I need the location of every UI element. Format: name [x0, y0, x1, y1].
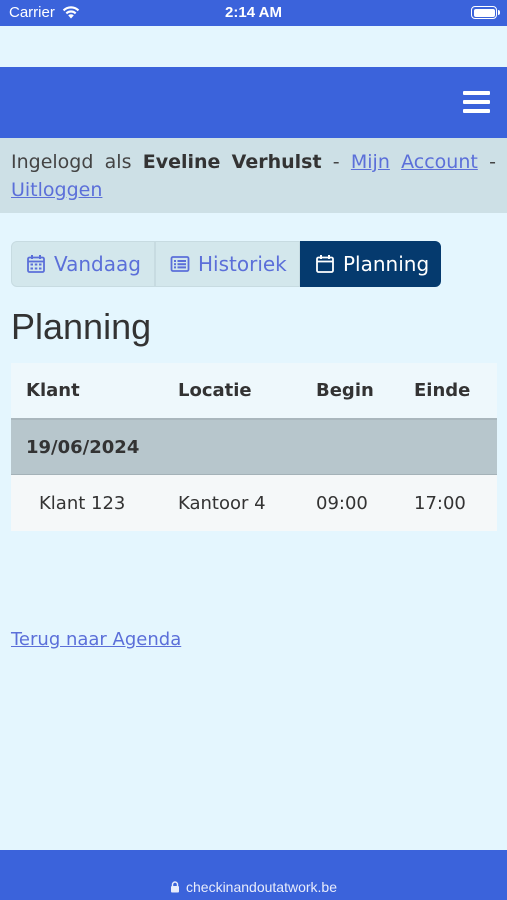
lock-icon: [171, 881, 179, 893]
tab-vandaag[interactable]: Vandaag: [11, 241, 155, 287]
column-header-begin: Begin: [316, 380, 374, 401]
table-header: Klant Locatie Begin Einde: [11, 363, 497, 420]
planning-table: Klant Locatie Begin Einde 19/06/2024 Kla…: [11, 363, 497, 531]
user-last-name: Verhulst: [231, 151, 322, 173]
calendar-grid-icon: [27, 255, 45, 273]
login-info-bar: Ingelogd als Eveline Verhulst - Mijn Acc…: [0, 138, 507, 213]
battery-icon: [471, 6, 500, 19]
column-header-klant: Klant: [26, 380, 80, 401]
view-tabs: Vandaag Historiek Planning: [11, 241, 441, 287]
cell-begin: 09:00: [316, 492, 368, 514]
ios-status-bar: Carrier 2:14 AM: [0, 0, 507, 26]
tab-historiek[interactable]: Historiek: [155, 241, 300, 287]
hamburger-menu-icon[interactable]: [463, 90, 490, 114]
separator: -: [332, 151, 340, 173]
tab-label: Vandaag: [54, 252, 141, 276]
user-first-name: Eveline: [142, 151, 221, 173]
cell-einde: 17:00: [414, 492, 466, 514]
table-row: Klant 123 Kantoor 4 09:00 17:00: [11, 475, 497, 531]
top-navbar: [0, 67, 507, 138]
column-header-einde: Einde: [414, 380, 471, 401]
cell-klant: Klant 123: [39, 492, 126, 514]
login-text: Ingelogd: [11, 151, 94, 173]
login-text: als: [104, 151, 132, 173]
logout-link[interactable]: Uitloggen: [11, 179, 102, 201]
date-group-row: 19/06/2024: [11, 420, 497, 475]
cell-locatie: Kantoor 4: [178, 492, 266, 514]
list-icon: [170, 256, 190, 272]
clock: 2:14 AM: [225, 4, 282, 21]
my-account-link[interactable]: Account: [401, 148, 478, 176]
tab-label: Planning: [343, 252, 430, 276]
page-title: Planning: [11, 306, 152, 347]
calendar-icon: [316, 255, 334, 273]
browser-url-bar: checkinandoutatwork.be: [0, 850, 507, 900]
separator: -: [489, 151, 496, 173]
my-account-link[interactable]: Mijn: [351, 148, 390, 176]
tab-planning[interactable]: Planning: [300, 241, 441, 287]
url-text[interactable]: checkinandoutatwork.be: [186, 879, 337, 895]
back-to-agenda-link[interactable]: Terug naar Agenda: [11, 629, 181, 650]
tab-label: Historiek: [198, 252, 287, 276]
column-header-locatie: Locatie: [178, 380, 252, 401]
